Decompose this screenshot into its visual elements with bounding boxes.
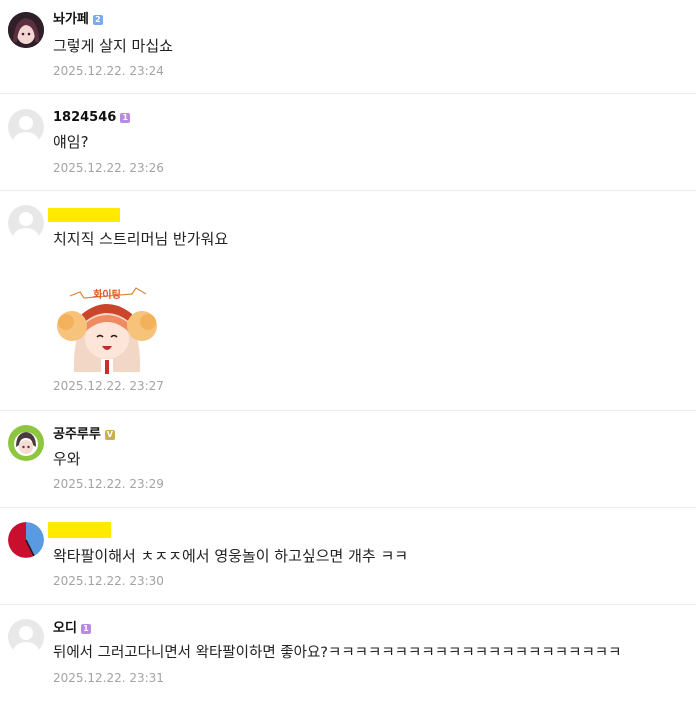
- comment-text: 치지직 스트리머님 반가워요: [53, 230, 229, 248]
- comment-text: 왁타팔이해서 ㅊㅈㅈ에서 영웅놀이 하고싶으면 개추 ㅋㅋ: [53, 547, 409, 565]
- comment-item: 왁타팔이해서 ㅊㅈㅈ에서 영웅놀이 하고싶으면 개추 ㅋㅋ 2025.12.22…: [0, 508, 696, 605]
- nickname[interactable]: 놔가페: [53, 12, 89, 28]
- sticker-image: 화이팅: [52, 284, 162, 374]
- comment-text: 얘임?: [53, 133, 89, 151]
- comment-text: 우와: [53, 450, 81, 468]
- default-avatar-icon: [8, 109, 44, 145]
- comment-date: 2025.12.22. 23:31: [53, 671, 164, 685]
- default-avatar-icon: [8, 619, 44, 655]
- nickname-row: 오디 1: [53, 621, 91, 637]
- redacted-nickname: [48, 208, 120, 222]
- comment-item: 공주루루 V 우와 2025.12.22. 23:29: [0, 411, 696, 508]
- avatar[interactable]: [8, 205, 44, 241]
- avatar[interactable]: [8, 522, 44, 558]
- level-badge: 1: [80, 624, 91, 634]
- nickname[interactable]: 1824546: [53, 110, 116, 126]
- nickname[interactable]: 공주루루: [53, 427, 101, 443]
- level-badge: 1: [120, 113, 131, 123]
- nickname-row: 놔가페 2: [53, 12, 103, 28]
- fighting-sticker-icon: 화이팅: [57, 287, 157, 374]
- comment-date: 2025.12.22. 23:30: [53, 574, 164, 588]
- comment-item: 1824546 1 얘임? 2025.12.22. 23:26: [0, 94, 696, 191]
- avatar[interactable]: [8, 425, 44, 461]
- nickname-row: 공주루루 V: [53, 427, 115, 443]
- avatar[interactable]: [8, 109, 44, 145]
- comment-text: 뒤에서 그러고다니면서 왁타팔이하면 좋아요?ㅋㅋㅋㅋㅋㅋㅋㅋㅋㅋㅋㅋㅋㅋㅋㅋㅋ…: [53, 645, 622, 661]
- nickname-row: 1824546 1: [53, 110, 131, 126]
- comment-date: 2025.12.22. 23:27: [53, 379, 164, 393]
- redacted-nickname: [48, 522, 111, 538]
- default-avatar-icon: [8, 205, 44, 241]
- anime-girl-avatar-icon: [8, 12, 44, 48]
- comment-item: 오디 1 뒤에서 그러고다니면서 왁타팔이하면 좋아요?ㅋㅋㅋㅋㅋㅋㅋㅋㅋㅋㅋㅋ…: [0, 605, 696, 705]
- sticker-caption: 화이팅: [93, 288, 121, 301]
- level-badge: V: [104, 430, 115, 440]
- comment-item: 치지직 스트리머님 반가워요 화이팅 2025.12.22. 23:27: [0, 191, 696, 411]
- comment-item: 놔가페 2 그렇게 살지 마십쇼 2025.12.22. 23:24: [0, 0, 696, 94]
- red-blue-avatar-icon: [8, 522, 44, 558]
- level-badge: 2: [92, 15, 103, 25]
- comment-text: 그렇게 살지 마십쇼: [53, 37, 173, 55]
- avatar[interactable]: [8, 619, 44, 655]
- avatar[interactable]: [8, 12, 44, 48]
- comment-date: 2025.12.22. 23:29: [53, 477, 164, 491]
- comment-date: 2025.12.22. 23:24: [53, 64, 164, 78]
- nickname[interactable]: 오디: [53, 621, 77, 637]
- green-anime-avatar-icon: [8, 425, 44, 461]
- comment-date: 2025.12.22. 23:26: [53, 161, 164, 175]
